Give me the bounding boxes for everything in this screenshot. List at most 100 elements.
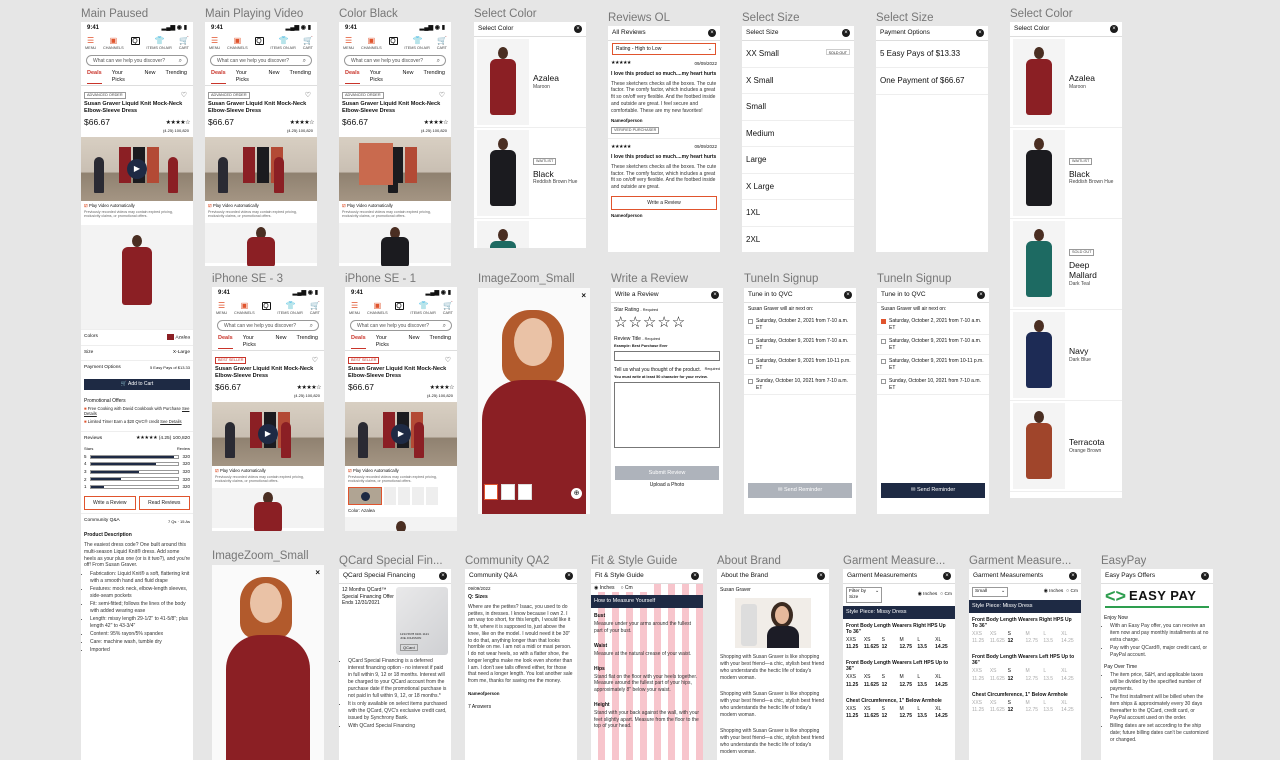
rating-bar[interactable]: 5 320 [84,454,190,460]
color-option[interactable]: SOLD OUTDeep MallardDark Teal [1010,219,1122,311]
close-icon[interactable]: × [976,29,984,38]
product-image[interactable] [212,487,324,531]
product-image[interactable] [345,517,457,531]
play-icon[interactable]: ▶ [258,423,278,444]
tab-your-picks[interactable]: Your Picks [376,335,399,349]
cart-button[interactable]: 🛒 CART [437,36,448,51]
thumbnail[interactable] [426,486,438,505]
tab-deals[interactable]: Deals [351,335,366,349]
tab-deals[interactable]: Deals [345,70,360,84]
tab-new[interactable]: New [408,335,419,349]
airtime-option[interactable]: Saturday, October 9, 2021 from 10-11 p.m… [744,355,856,376]
play-auto-toggle[interactable]: ☑ Play Video Automatically [81,201,193,210]
tab-trending[interactable]: Trending [289,70,311,84]
tab-new[interactable]: New [144,70,155,84]
logo-button[interactable]: Q [394,301,404,316]
community-qa-row[interactable]: Community Q&A 7 Qs · 15 As [81,513,193,528]
logo-button[interactable]: Q [388,36,398,51]
see-details-link[interactable]: See Details [160,419,181,424]
heart-icon[interactable]: ♡ [305,92,311,101]
play-auto-toggle[interactable]: ☑ Play Video Automatically [339,201,451,210]
send-reminder-button[interactable]: ✉ Send Reminder [881,483,985,499]
thumbnail[interactable] [384,486,396,505]
cm-radio[interactable]: ○ Cm [940,592,952,598]
qa-answers-link[interactable]: 7 Answers [465,698,577,712]
airtime-option[interactable]: Sunday, October 10, 2021 from 7-10 a.m. … [744,375,856,396]
close-icon[interactable]: × [708,29,716,38]
thumbnail[interactable] [518,484,532,500]
rating-bar[interactable]: 1 320 [84,484,190,490]
menu-button[interactable]: ☰ MENU [343,36,354,51]
colors-row[interactable]: Colors Azalea [81,328,193,345]
cart-button[interactable]: 🛒 CART [310,301,321,316]
product-image[interactable] [81,224,193,329]
product-video[interactable]: ▶ [345,401,457,466]
close-icon[interactable]: × [315,568,320,578]
heart-icon[interactable]: ♡ [181,92,187,101]
color-option[interactable]: Navy Dark Blue [1010,310,1122,402]
cm-radio[interactable]: ○ Cm [1066,589,1078,595]
airtime-option[interactable]: Saturday, October 9, 2021 from 10-11 p.m… [877,355,989,376]
color-option[interactable]: WAITLIST Black Reddish Brown Hue [474,128,586,220]
tab-trending[interactable]: Trending [423,70,445,84]
size-filter-select[interactable]: Filter by Size ⌄ [846,587,882,604]
tab-your-picks[interactable]: Your Picks [243,335,266,349]
product-video[interactable] [339,136,451,201]
close-icon[interactable]: × [691,572,699,581]
close-icon[interactable]: × [581,291,586,301]
search-input[interactable]: What can we help you discover? ⌕ [350,320,452,332]
write-review-button[interactable]: Write a Review [84,495,136,511]
channels-button[interactable]: ▣ CHANNELS [234,301,255,316]
airtime-option[interactable]: Saturday, October 2, 2021 from 7-10 a.m.… [744,315,856,336]
inches-radio[interactable]: ◉ Inches [918,592,938,598]
size-option[interactable]: Medium [742,121,854,148]
sort-select[interactable]: Rating - High to Low ⌄ [612,43,716,56]
close-icon[interactable]: × [977,291,985,300]
close-icon[interactable]: × [1110,25,1118,34]
cm-radio[interactable]: ○ Cm [621,585,633,591]
heart-icon[interactable]: ♡ [312,357,318,366]
size-filter-select[interactable]: Small ⌄ [972,587,1008,598]
thumbnail[interactable] [348,486,382,505]
size-row[interactable]: Size X-Large [81,344,193,360]
tab-new[interactable]: New [402,70,413,84]
inches-radio[interactable]: ◉ Inches [1044,589,1064,595]
product-video[interactable] [205,136,317,201]
product-image[interactable] [205,222,317,266]
size-option[interactable]: X Large [742,174,854,201]
color-option[interactable]: WAITLIST Black Reddish Brown Hue [1010,128,1122,220]
cart-button[interactable]: 🛒 CART [443,301,454,316]
play-auto-toggle[interactable]: ☑ Play Video Automatically [212,466,324,475]
search-input[interactable]: What can we help you discover? ⌕ [344,55,446,67]
close-icon[interactable]: × [842,29,850,38]
color-option[interactable]: Terracota Orange Brown [1010,401,1122,493]
tab-trending[interactable]: Trending [296,335,318,349]
payment-row[interactable]: Payment Options 5 Easy Pays of $13.33 [81,359,193,375]
airtime-option[interactable]: Saturday, October 9, 2021 from 7-10 a.m.… [744,335,856,356]
channels-button[interactable]: ▣ CHANNELS [367,301,388,316]
product-video[interactable]: ▶ [212,401,324,466]
items-on-air-button[interactable]: 👕 ITEMS ON AIR [410,301,436,316]
channels-button[interactable]: ▣ CHANNELS [227,36,248,51]
close-icon[interactable]: × [711,291,719,300]
tab-new[interactable]: New [268,70,279,84]
rating-bar[interactable]: 3 320 [84,469,190,475]
size-option[interactable]: XX Small SOLD OUT [742,41,854,68]
airtime-option[interactable]: Saturday, October 2, 2021 from 7-10 a.m.… [877,315,989,336]
thumbnail[interactable] [398,486,410,505]
color-option[interactable]: Azalea Maroon [1010,37,1122,129]
logo-button[interactable]: Q [261,301,271,316]
size-option[interactable]: Large [742,147,854,174]
close-icon[interactable]: × [1069,572,1077,581]
search-input[interactable]: What can we help you discover? ⌕ [217,320,319,332]
payment-option-1[interactable]: 5 Easy Pays of $13.33 [876,41,988,69]
tab-your-picks[interactable]: Your Picks [370,70,393,84]
thumbnail[interactable] [412,486,424,505]
play-icon[interactable]: ▶ [391,423,411,444]
zoom-icon[interactable]: ⊕ [571,488,582,499]
close-icon[interactable]: × [439,572,447,581]
close-icon[interactable]: × [1201,572,1209,581]
add-to-cart-button[interactable]: 🛒 Add to Cart [84,378,190,390]
thumbnail[interactable] [484,484,498,500]
color-option[interactable]: SOLD OUTDeep MallardDark Teal [474,219,586,248]
